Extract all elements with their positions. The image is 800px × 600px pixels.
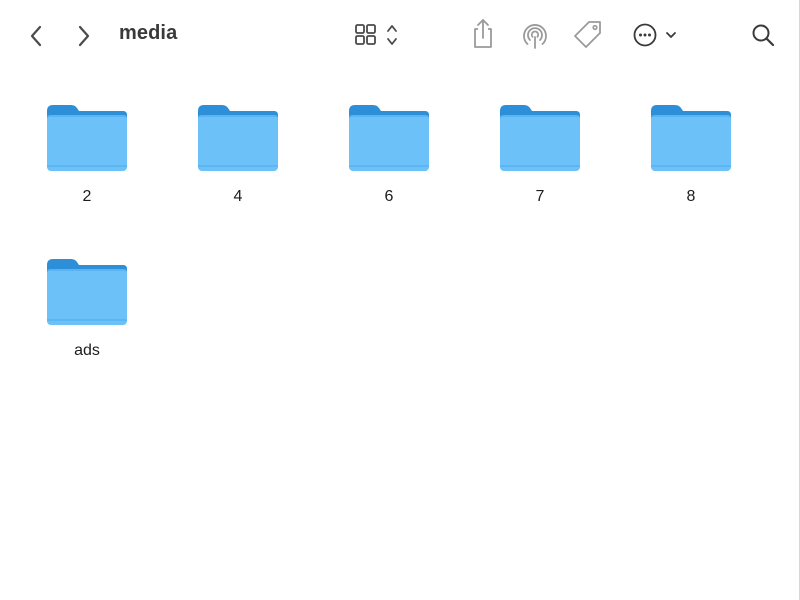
folder-icon	[47, 105, 127, 171]
folder-label: ads	[74, 342, 100, 359]
folder-item[interactable]: 6	[334, 95, 444, 215]
folder-icon	[651, 105, 731, 171]
folder-label: 8	[686, 188, 696, 205]
more-actions-button[interactable]	[628, 18, 684, 52]
folder-label: 2	[82, 188, 92, 205]
share-icon	[474, 19, 492, 48]
ellipsis-circle-icon	[633, 23, 676, 47]
toolbar: media	[0, 0, 800, 70]
grid-view-icon	[355, 24, 397, 45]
airdrop-icon	[523, 24, 547, 49]
airdrop-button[interactable]	[518, 18, 552, 52]
folder-label: 4	[233, 188, 243, 205]
folder-item[interactable]: 8	[636, 95, 746, 215]
view-mode-button[interactable]	[350, 18, 406, 52]
forward-button[interactable]	[70, 20, 98, 52]
tag-icon	[574, 21, 601, 48]
search-icon	[752, 24, 775, 47]
folder-item[interactable]: 7	[485, 95, 595, 215]
folder-label: 7	[535, 188, 545, 205]
search-button[interactable]	[746, 18, 780, 52]
folder-icon	[500, 105, 580, 171]
folder-item[interactable]: ads	[32, 249, 142, 369]
chevron-left-icon	[30, 25, 42, 47]
folder-item[interactable]: 2	[32, 95, 142, 215]
folder-item[interactable]: 4	[183, 95, 293, 215]
folder-icon	[349, 105, 429, 171]
share-button[interactable]	[468, 16, 498, 52]
folder-icon	[198, 105, 278, 171]
window-title: media	[119, 22, 178, 44]
tag-button[interactable]	[570, 18, 606, 52]
back-button[interactable]	[22, 20, 50, 52]
finder-window: media 2 4 6 7 8 ads	[0, 0, 800, 600]
chevron-right-icon	[78, 25, 90, 47]
folder-icon	[47, 259, 127, 325]
folder-label: 6	[384, 188, 394, 205]
